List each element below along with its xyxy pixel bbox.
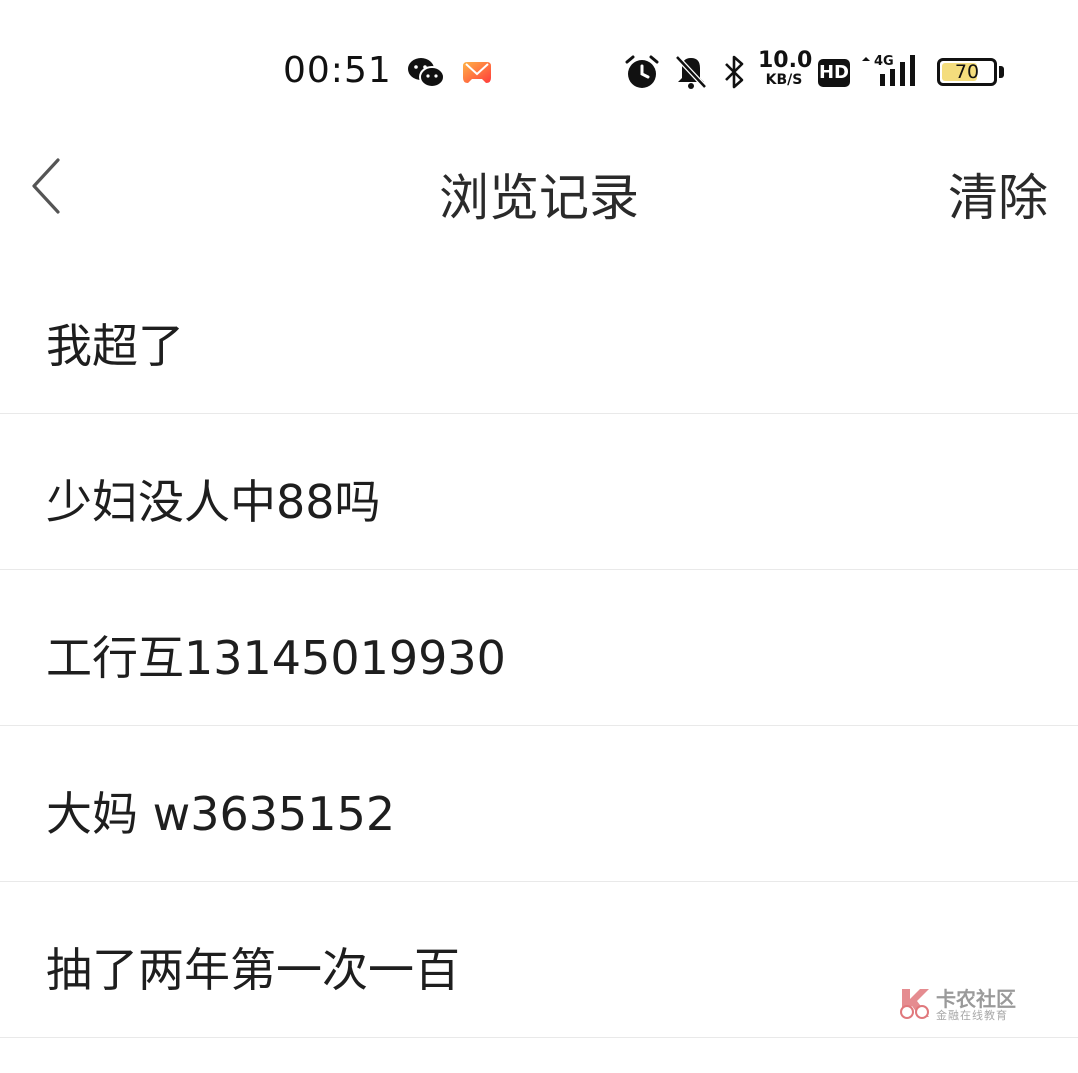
battery-percent: 70 [954, 61, 980, 83]
status-time: 00:51 [283, 50, 392, 91]
history-item-text: 我超了 [46, 319, 184, 373]
watermark: 卡农社区 金融在线教育 [898, 985, 1028, 1025]
history-item[interactable]: 工行互13145019930 [0, 570, 1078, 726]
history-item[interactable]: 我超了 [0, 258, 1078, 414]
history-item[interactable]: 大妈 w3635152 [0, 726, 1078, 882]
game-icon [463, 62, 491, 83]
alarm-icon [625, 55, 659, 88]
battery-indicator: 70 [937, 58, 997, 86]
signal-icon: 4G [862, 54, 915, 86]
history-item-text: 工行互13145019930 [46, 631, 506, 685]
network-speed: 10.0 KB/S [758, 48, 813, 88]
network-speed-value: 10.0 [758, 48, 813, 73]
wechat-icon [408, 58, 445, 88]
history-item-text: 抽了两年第一次一百 [46, 943, 460, 997]
history-item-text: 少妇没人中88吗 [46, 475, 381, 529]
navigation-header: 浏览记录 清除 [0, 140, 1078, 240]
network-speed-unit: KB/S [765, 72, 803, 88]
bluetooth-icon [725, 55, 744, 89]
signal-label: 4G [874, 54, 894, 69]
page-title: 浏览记录 [439, 169, 639, 227]
history-item-text: 大妈 w3635152 [46, 787, 396, 841]
mute-icon [675, 55, 707, 89]
hd-badge: HD [818, 59, 850, 87]
history-list: 我超了 少妇没人中88吗 工行互13145019930 大妈 w3635152 … [0, 258, 1078, 1038]
watermark-subtitle: 金融在线教育 [936, 1009, 1008, 1022]
watermark-logo-icon [900, 989, 929, 1019]
status-bar: 00:51 10.0 KB/S HD 4G 70 [0, 0, 1078, 140]
battery-cap [999, 66, 1004, 78]
history-item[interactable]: 少妇没人中88吗 [0, 414, 1078, 570]
clear-button[interactable]: 清除 [948, 158, 1048, 230]
